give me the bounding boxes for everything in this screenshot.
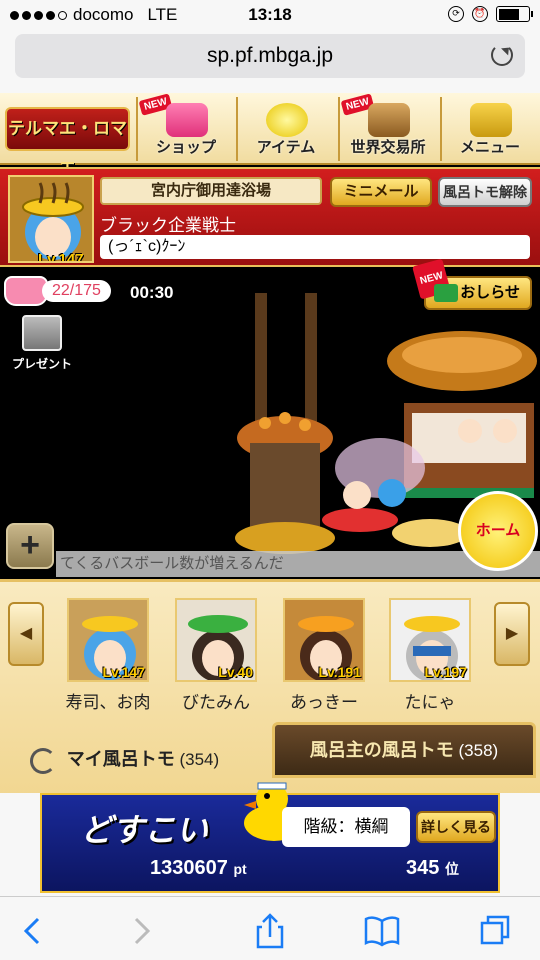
friend-card[interactable]: Lv.40 びたみん — [172, 598, 260, 713]
rotation-lock-icon: ⟳ — [448, 6, 464, 22]
unfriend-button[interactable]: 風呂トモ解除 — [438, 177, 532, 207]
forward-icon[interactable] — [124, 913, 160, 949]
shop-label: ショップ — [155, 139, 216, 156]
friend-avatar: Lv.147 — [67, 598, 149, 682]
rank-unit: 位 — [444, 861, 459, 877]
friend-avatar: Lv.197 — [389, 598, 471, 682]
home-button[interactable]: ホーム — [458, 491, 538, 571]
item-label: アイテム — [256, 139, 316, 156]
people-icon — [470, 103, 512, 137]
friend-level: Lv.40 — [218, 664, 253, 680]
bath-owner-label: 風呂主の風呂トモ — [309, 740, 454, 760]
my-friends-label: マイ風呂トモ — [66, 749, 175, 769]
my-friends-tab[interactable]: マイ風呂トモ (354) — [30, 734, 266, 784]
bath-name: 宮内庁御用達浴場 — [100, 177, 322, 205]
alarm-icon: ⏰ — [472, 6, 488, 22]
world-exchange-label: 世界交易所 — [350, 139, 426, 156]
menu-button[interactable]: メニュー — [440, 97, 538, 161]
status-message: (っ´ｪ`c)ｸｰﾝ — [100, 235, 530, 259]
friend-avatar: Lv.191 — [283, 598, 365, 682]
bath-owner-count: (358) — [458, 741, 499, 760]
friend-name: 寿司、お肉 — [65, 693, 151, 712]
friend-name: あっきー — [290, 693, 358, 712]
tabs-icon[interactable] — [478, 913, 514, 949]
status-bar: docomo LTE 13:18 ⟳ ⏰ — [0, 0, 540, 30]
points-number: 1330607 — [150, 857, 228, 879]
world-exchange-button[interactable]: NEW 世界交易所 — [338, 93, 436, 161]
friend-name: びたみん — [182, 693, 250, 712]
address-bar[interactable]: sp.pf.mbga.jp — [15, 34, 525, 78]
item-button[interactable]: アイテム — [236, 97, 334, 161]
friend-level: Lv.197 — [424, 664, 467, 680]
rank-label: 階級：横綱 — [282, 807, 410, 847]
friend-avatar: Lv.40 — [175, 598, 257, 682]
browser-toolbar — [0, 896, 540, 960]
rank-position: 345 位 — [406, 857, 459, 880]
game-view: テルマエ・ロマエ NEW ショップ アイテム NEW 世界交易所 メニュー — [0, 93, 540, 896]
arrow-right-icon: ▶ — [505, 625, 519, 642]
player-title: ブラック企業戦士 — [100, 216, 236, 235]
expand-button[interactable]: + — [6, 523, 54, 569]
avatar[interactable]: Lv.147 — [8, 175, 94, 263]
prev-arrow-button[interactable]: ◀ — [8, 602, 44, 666]
mini-mail-button[interactable]: ミニメール — [330, 177, 432, 207]
menu-label: メニュー — [459, 139, 520, 156]
arrow-left-icon: ◀ — [19, 625, 33, 642]
banner-title: どすこい — [80, 812, 209, 848]
friend-level: Lv.147 — [102, 664, 145, 680]
bookmarks-icon[interactable] — [364, 913, 400, 949]
refresh-icon — [30, 747, 56, 774]
friends-panel: ◀ ▶ Lv.147 寿司、お肉 Lv.40 びたみん Lv.191 あっきー — [0, 579, 540, 799]
friend-card[interactable]: Lv.147 寿司、お肉 — [64, 598, 152, 713]
sumo-ranking-banner[interactable]: どすこい 階級：横綱 詳しく見る 1330607 pt 345 位 — [40, 782, 500, 893]
my-friends-count: (354) — [179, 750, 220, 769]
details-button[interactable]: 詳しく見る — [416, 811, 496, 843]
friend-card[interactable]: Lv.197 たにゃ — [386, 598, 474, 713]
cart-icon — [166, 103, 208, 137]
points-unit: pt — [233, 861, 247, 877]
item-icon — [266, 103, 308, 137]
url-text: sp.pf.mbga.jp — [206, 44, 334, 67]
rank-number: 345 — [406, 857, 440, 879]
bath-owner-friends-tab[interactable]: 風呂主の風呂トモ (358) — [272, 722, 536, 778]
game-logo[interactable]: テルマエ・ロマエ — [5, 107, 130, 178]
points-value: 1330607 pt — [150, 857, 247, 880]
banner-area: どすこい 階級：横綱 詳しく見る 1330607 pt 345 位 — [0, 782, 540, 896]
share-icon[interactable] — [252, 913, 288, 949]
top-menu: テルマエ・ロマエ NEW ショップ アイテム NEW 世界交易所 メニュー — [0, 93, 540, 178]
shop-button[interactable]: NEW ショップ — [136, 93, 234, 161]
profile-bar: Lv.147 宮内庁御用達浴場 ミニメール 風呂トモ解除 ブラック企業戦士 (っ… — [0, 167, 540, 267]
friend-name: たにゃ — [404, 693, 456, 712]
player-level: Lv.147 — [38, 251, 84, 263]
friend-card[interactable]: Lv.191 あっきー — [280, 598, 368, 713]
battery-icon — [496, 6, 533, 22]
reload-icon[interactable] — [491, 44, 513, 66]
friend-level: Lv.191 — [318, 664, 361, 680]
next-arrow-button[interactable]: ▶ — [494, 602, 530, 666]
back-icon[interactable] — [14, 913, 50, 949]
temple-icon — [368, 103, 410, 137]
